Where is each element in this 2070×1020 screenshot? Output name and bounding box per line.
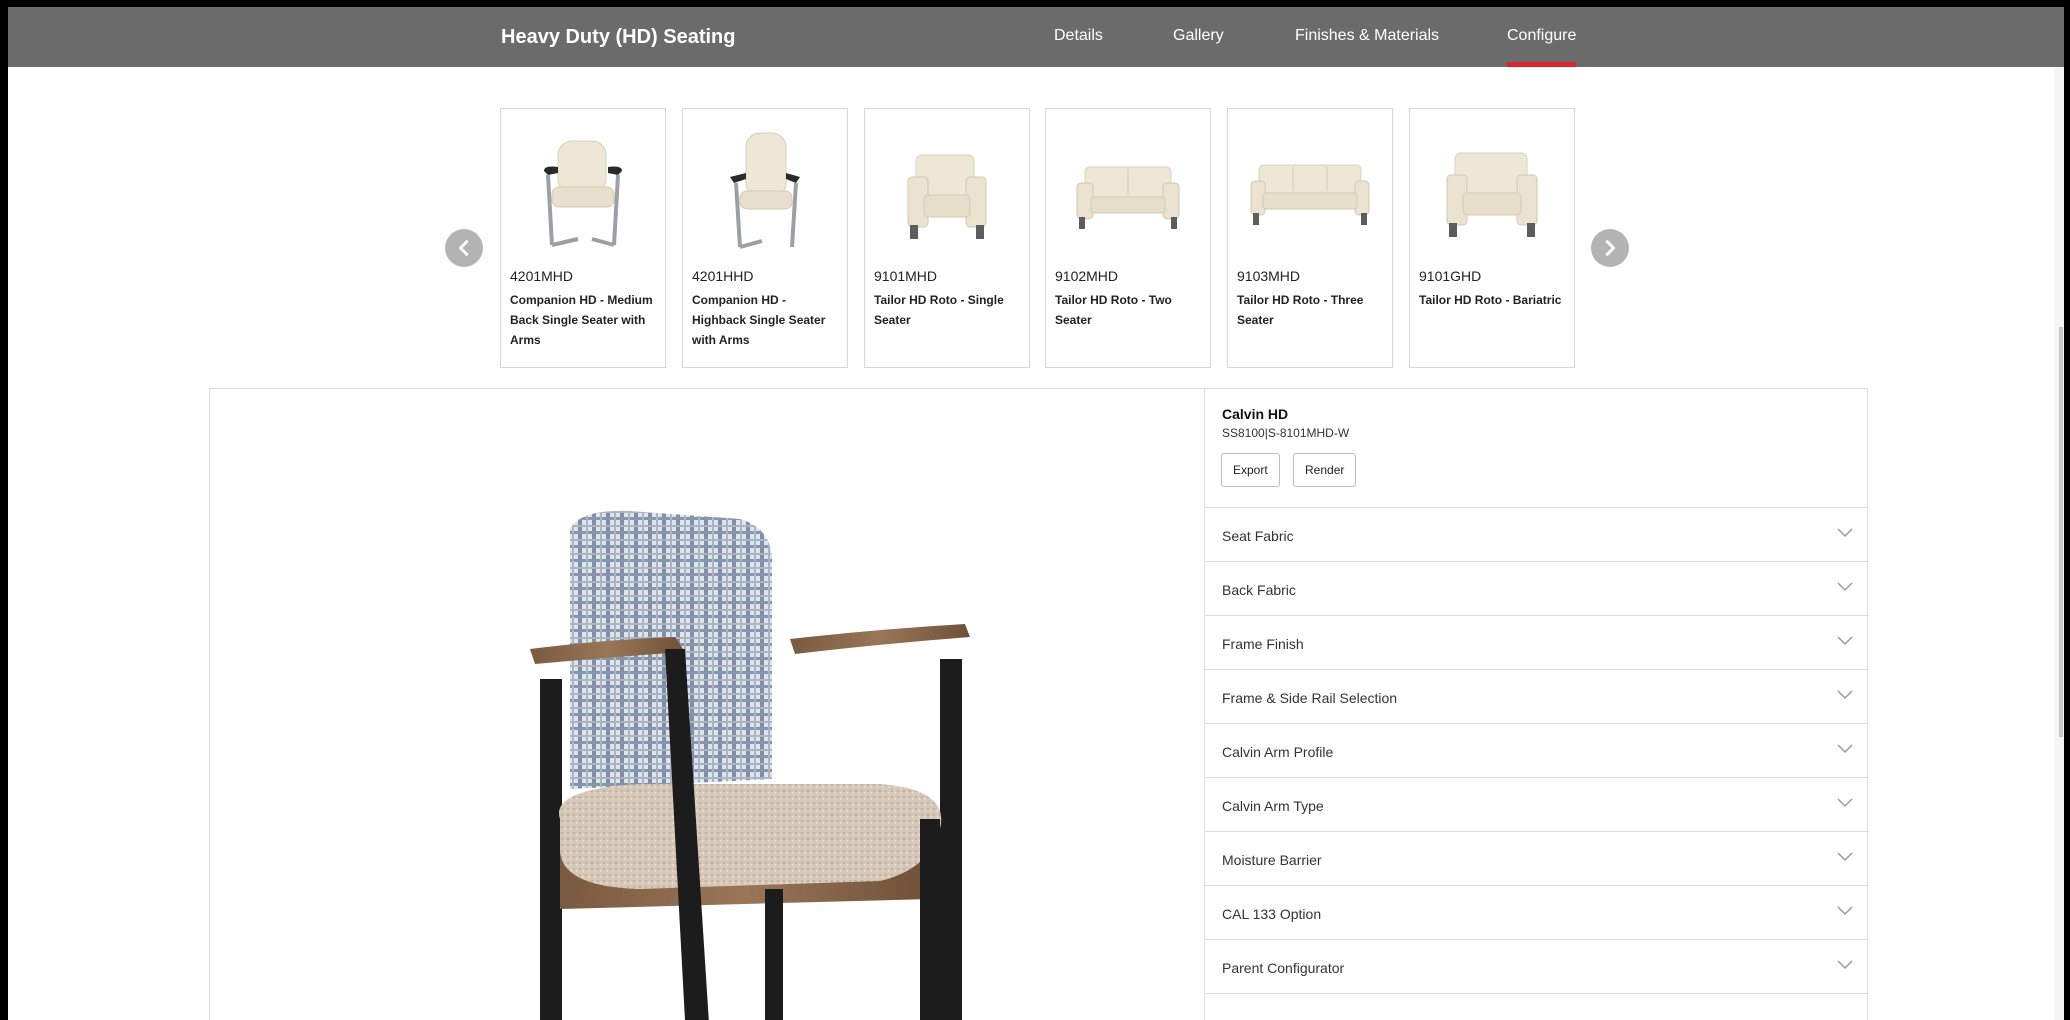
scrollbar-thumb[interactable] [2059,327,2063,737]
product-name: Tailor HD Roto - Three Seater [1237,293,1364,327]
product-name: Tailor HD Roto - Bariatric [1419,293,1562,307]
chair-render-image [530,510,970,1020]
carousel-next-button[interactable] [1591,229,1629,267]
option-label: Parent Configurator [1222,960,1345,976]
chevron-down-icon [1837,528,1853,538]
chevron-down-icon [1837,744,1853,754]
product-sku: 9103MHD [1237,268,1301,284]
product-card[interactable]: 4201HHD Companion HD - Highback Single S… [682,108,848,368]
option-arm-profile[interactable]: Calvin Arm Profile [1205,724,1869,778]
product-name: Tailor HD Roto - Single Seater [874,293,1004,327]
render-button[interactable]: Render [1293,453,1357,487]
product-card[interactable]: 9102MHD Tailor HD Roto - Two Seater [1045,108,1211,368]
chevron-down-icon [1837,852,1853,862]
chevron-down-icon [1837,582,1853,592]
product-sku: 9101GHD [1419,268,1482,284]
product-card[interactable]: 9101GHD Tailor HD Roto - Bariatric [1409,108,1575,368]
chevron-down-icon [1837,690,1853,700]
tab-details[interactable]: Details [1054,7,1103,67]
product-sku: 4201HHD [692,268,754,284]
option-label: Back Fabric [1222,582,1296,598]
carousel-prev-button[interactable] [445,229,483,267]
config-header: Calvin HD SS8100|S-8101MHD-W Export Rend… [1205,389,1869,508]
option-label: Frame Finish [1222,636,1304,652]
product-thumbnail [1054,117,1202,267]
option-frame-finish[interactable]: Frame Finish [1205,616,1869,670]
option-label: Moisture Barrier [1222,852,1322,868]
product-thumbnail [1236,117,1384,267]
product-thumbnail [873,117,1021,267]
option-label: Frame & Side Rail Selection [1222,690,1398,706]
option-arm-type[interactable]: Calvin Arm Type [1205,778,1869,832]
option-label: Calvin Arm Profile [1222,744,1334,760]
tab-gallery[interactable]: Gallery [1173,7,1224,67]
page: Heavy Duty (HD) Seating Details Gallery … [8,7,2064,1020]
chevron-left-icon [458,240,469,256]
product-thumbnail [691,117,839,267]
option-moisture-barrier[interactable]: Moisture Barrier [1205,832,1869,886]
top-nav-bar: Heavy Duty (HD) Seating Details Gallery … [8,7,2064,67]
product-thumbnail [1418,117,1566,267]
product-thumbnail [509,117,657,267]
product-sku: 9101MHD [874,268,938,284]
configurator-panel: Calvin HD SS8100|S-8101MHD-W Export Rend… [209,388,1869,1020]
product-sku: 9102MHD [1055,268,1119,284]
option-frame-side-rail[interactable]: Frame & Side Rail Selection [1205,670,1869,724]
option-label: CAL 133 Option [1222,906,1322,922]
product-sku: 4201MHD [510,268,574,284]
chevron-down-icon [1837,798,1853,808]
page-title: Heavy Duty (HD) Seating [501,26,736,48]
configuration-options: Calvin HD SS8100|S-8101MHD-W Export Rend… [1204,389,1869,1020]
tab-finishes-materials[interactable]: Finishes & Materials [1295,7,1439,67]
option-back-fabric[interactable]: Back Fabric [1205,562,1869,616]
product-name: Companion HD - Highback Single Seater wi… [692,293,826,347]
product-card[interactable]: 4201MHD Companion HD - Medium Back Singl… [500,108,666,368]
option-seat-fabric[interactable]: Seat Fabric [1205,508,1869,562]
chevron-down-icon [1837,960,1853,970]
tab-configure[interactable]: Configure [1507,7,1577,67]
product-name: Tailor HD Roto - Two Seater [1055,293,1172,327]
option-cal-133[interactable]: CAL 133 Option [1205,886,1869,940]
product-card[interactable]: 9101MHD Tailor HD Roto - Single Seater [864,108,1030,368]
product-card[interactable]: 9103MHD Tailor HD Roto - Three Seater [1227,108,1393,368]
option-parent-configurator[interactable]: Parent Configurator [1205,940,1869,994]
config-product-name: Calvin HD [1222,406,1289,422]
chevron-right-icon [1605,240,1616,256]
chevron-down-icon [1837,636,1853,646]
product-3d-viewer[interactable] [210,389,1204,1020]
chevron-down-icon [1837,906,1853,916]
option-label: Calvin Arm Type [1222,798,1324,814]
product-name: Companion HD - Medium Back Single Seater… [510,293,653,347]
config-product-code: SS8100|S-8101MHD-W [1222,426,1350,440]
option-label: Seat Fabric [1222,528,1294,544]
export-button[interactable]: Export [1221,453,1280,487]
